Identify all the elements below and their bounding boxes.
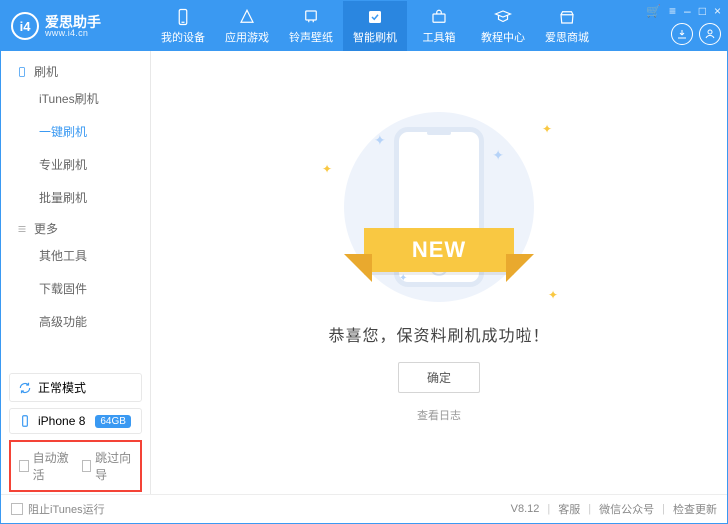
sidebar-group-more[interactable]: 更多 <box>1 214 150 239</box>
device-icon <box>174 8 192 26</box>
nav-apps[interactable]: 应用游戏 <box>215 1 279 51</box>
app-name: 爱思助手 <box>45 15 101 29</box>
apps-icon <box>238 8 256 26</box>
nav-toolbox[interactable]: 工具箱 <box>407 1 471 51</box>
status-bar: 阻止iTunes运行 V8.12 | 客服 | 微信公众号 | 检查更新 <box>1 494 727 523</box>
wechat-link[interactable]: 微信公众号 <box>599 501 654 517</box>
auto-options-highlight: 自动激活 跳过向导 <box>9 440 142 492</box>
support-link[interactable]: 客服 <box>558 501 580 517</box>
success-illustration: ✦ ✦ ✦ ✦ ✦ ✦ NEW <box>344 112 534 302</box>
success-message: 恭喜您，保资料刷机成功啦！ <box>328 322 549 346</box>
toolbox-icon <box>430 8 448 26</box>
main-content: ✦ ✦ ✦ ✦ ✦ ✦ NEW 恭喜您，保资料刷机成功啦！ 确定 查看日志 <box>151 51 727 494</box>
storage-badge: 64GB <box>95 415 131 428</box>
menu-icon[interactable]: ≡ <box>669 4 676 18</box>
close-button[interactable]: × <box>714 4 721 18</box>
nav-ringtone[interactable]: 铃声壁纸 <box>279 1 343 51</box>
app-url: www.i4.cn <box>45 29 101 38</box>
sidebar-item-batch-flash[interactable]: 批量刷机 <box>1 181 150 214</box>
sidebar-footer: 正常模式 iPhone 8 64GB 自动激活 跳过向导 <box>1 367 150 494</box>
top-nav: 我的设备 应用游戏 铃声壁纸 智能刷机 工具箱 教程中心 爱思商城 <box>151 1 727 51</box>
download-button[interactable] <box>671 23 693 45</box>
sidebar: 刷机 iTunes刷机 一键刷机 专业刷机 批量刷机 更多 其他工具 下载固件 … <box>1 51 151 494</box>
music-icon <box>302 8 320 26</box>
skip-guide-checkbox[interactable]: 跳过向导 <box>82 449 133 483</box>
sidebar-item-itunes-flash[interactable]: iTunes刷机 <box>1 82 150 115</box>
ribbon: NEW <box>364 228 514 272</box>
minimize-button[interactable]: – <box>684 4 691 18</box>
device-small-icon <box>18 414 32 428</box>
tutorial-icon <box>494 8 512 26</box>
nav-tutorial[interactable]: 教程中心 <box>471 1 535 51</box>
device-mode-row[interactable]: 正常模式 <box>9 373 142 402</box>
flash-icon <box>366 8 384 26</box>
logo[interactable]: i4 爱思助手 www.i4.cn <box>1 12 151 40</box>
window-controls: 🛒 ≡ – □ × <box>646 4 721 18</box>
ok-button[interactable]: 确定 <box>398 362 480 393</box>
device-mode-label: 正常模式 <box>38 379 86 396</box>
body: 刷机 iTunes刷机 一键刷机 专业刷机 批量刷机 更多 其他工具 下载固件 … <box>1 51 727 494</box>
sidebar-item-download-firmware[interactable]: 下载固件 <box>1 272 150 305</box>
refresh-icon <box>18 381 32 395</box>
cart-icon[interactable]: 🛒 <box>646 4 661 18</box>
sidebar-item-advanced[interactable]: 高级功能 <box>1 305 150 338</box>
device-info-row[interactable]: iPhone 8 64GB <box>9 408 142 434</box>
phone-icon <box>16 66 28 78</box>
account-button[interactable] <box>699 23 721 45</box>
shop-icon <box>558 8 576 26</box>
header: i4 爱思助手 www.i4.cn 我的设备 应用游戏 铃声壁纸 智能刷机 工具… <box>1 1 727 51</box>
menu-lines-icon <box>16 223 28 235</box>
sidebar-group-flash[interactable]: 刷机 <box>1 57 150 82</box>
nav-flash[interactable]: 智能刷机 <box>343 1 407 51</box>
sidebar-item-pro-flash[interactable]: 专业刷机 <box>1 148 150 181</box>
nav-my-device[interactable]: 我的设备 <box>151 1 215 51</box>
ribbon-text: NEW <box>364 228 514 272</box>
device-name: iPhone 8 <box>38 414 85 428</box>
block-itunes-checkbox[interactable]: 阻止iTunes运行 <box>11 501 105 517</box>
nav-shop[interactable]: 爱思商城 <box>535 1 599 51</box>
auto-activate-checkbox[interactable]: 自动激活 <box>19 449 70 483</box>
sidebar-item-onekey-flash[interactable]: 一键刷机 <box>1 115 150 148</box>
version-label: V8.12 <box>511 503 540 515</box>
sidebar-item-other-tools[interactable]: 其他工具 <box>1 239 150 272</box>
logo-icon: i4 <box>11 12 39 40</box>
check-update-link[interactable]: 检查更新 <box>673 501 717 517</box>
maximize-button[interactable]: □ <box>699 4 706 18</box>
view-log-link[interactable]: 查看日志 <box>417 407 461 423</box>
